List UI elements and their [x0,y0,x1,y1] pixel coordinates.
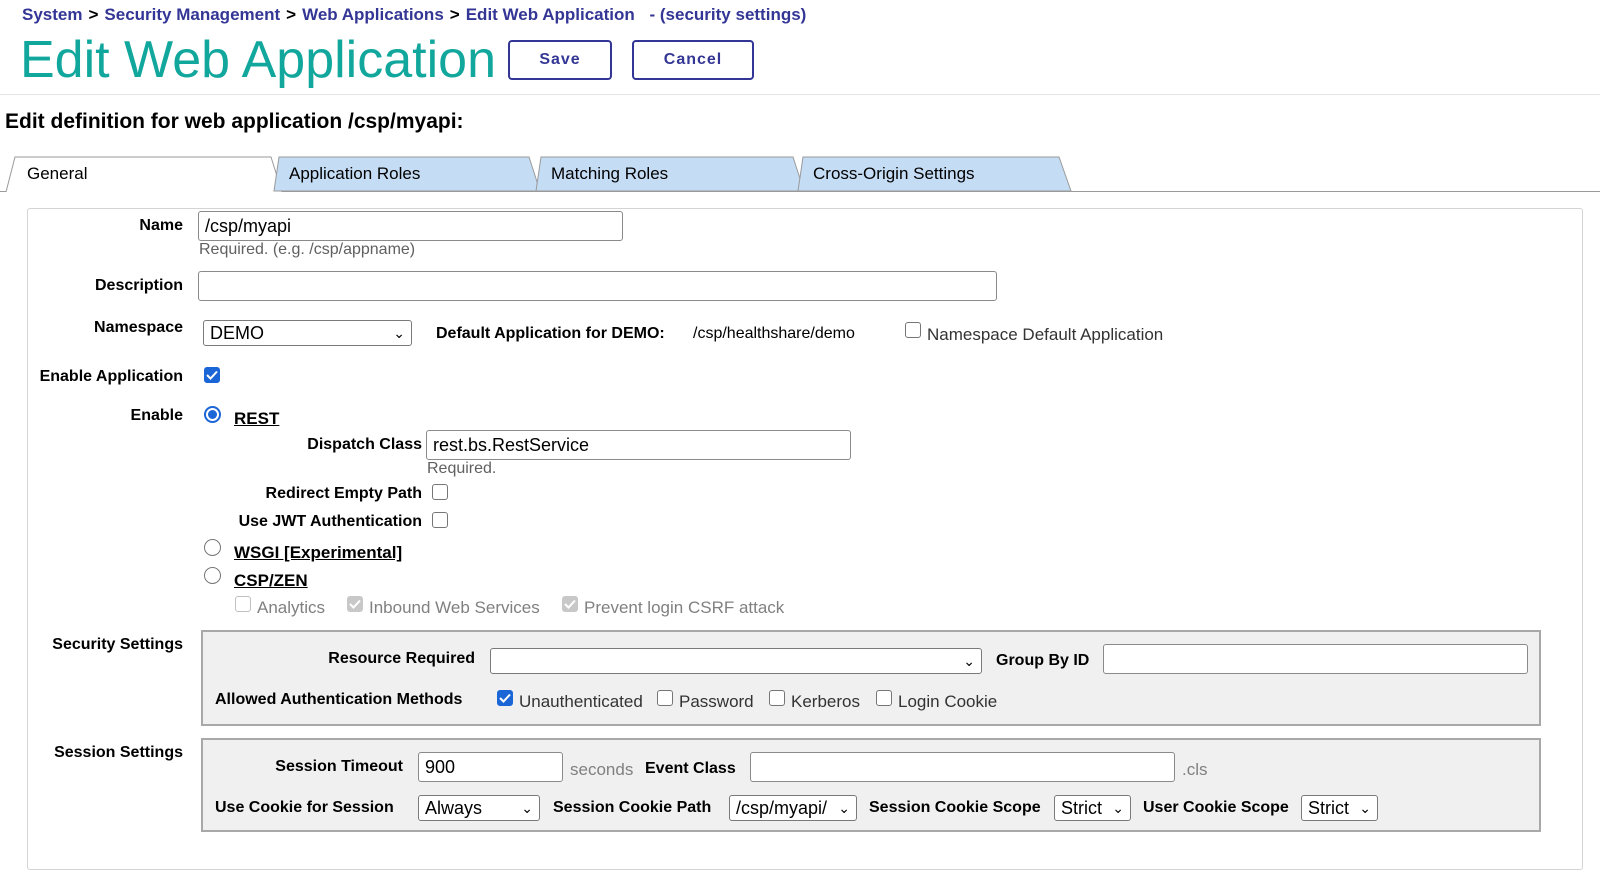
namespace-label: Namespace [94,319,183,336]
user-cookie-scope-label: User Cookie Scope [1143,799,1289,816]
description-label: Description [94,277,183,294]
session-cookie-scope-select[interactable]: Strict ⌄ [1054,795,1131,821]
wsgi-link[interactable]: WSGI [Experimental] [234,543,402,563]
form-subtitle: Edit definition for web application /csp… [5,110,464,133]
event-class-input[interactable] [750,752,1175,782]
security-settings-label: Security Settings [52,636,183,653]
session-cookie-scope-label: Session Cookie Scope [869,799,1041,816]
csp-zen-link[interactable]: CSP/ZEN [234,571,308,591]
namespace-default-app-checkbox[interactable] [905,322,921,338]
tab-application-roles[interactable]: Application Roles [273,156,541,192]
use-jwt-label: Use JWT Authentication [238,513,422,530]
rest-link[interactable]: REST [234,409,279,429]
save-button[interactable]: Save [508,40,612,80]
name-label: Name [139,217,183,234]
inbound-web-services-label: Inbound Web Services [369,598,540,617]
enable-label: Enable [130,407,183,424]
breadcrumb: System > Security Management > Web Applicati… [22,5,806,25]
check-icon [349,599,361,609]
resource-required-label: Resource Required [328,650,475,667]
session-cookie-path-label: Session Cookie Path [553,799,712,816]
allowed-auth-methods-label: Allowed Authentication Methods [215,691,463,708]
chevron-down-icon: ⌄ [393,324,405,341]
dispatch-class-label: Dispatch Class [307,436,422,453]
default-application-value: /csp/healthshare/demo [693,325,855,342]
kerberos-checkbox[interactable] [769,690,785,706]
chevron-down-icon: ⌄ [963,652,975,669]
check-icon [206,370,218,380]
breadcrumb-security-management[interactable]: Security Management [104,5,280,24]
cancel-button[interactable]: Cancel [632,40,754,80]
analytics-label: Analytics [257,598,326,617]
session-settings-label: Session Settings [54,744,183,761]
group-by-id-label: Group By ID [996,652,1090,669]
tab-application-roles-label: Application Roles [289,164,421,183]
chevron-down-icon: ⌄ [838,799,850,816]
event-class-label: Event Class [645,760,736,777]
session-cookie-path-select[interactable]: /csp/myapi/ ⌄ [729,795,857,821]
breadcrumb-separator: > [286,5,297,24]
breadcrumb-edit-web-application[interactable]: Edit Web Application [466,5,635,24]
check-icon [499,693,511,703]
tab-matching-roles-label: Matching Roles [551,164,669,183]
session-cookie-scope-value: Strict [1061,797,1103,818]
breadcrumb-web-applications[interactable]: Web Applications [302,5,444,24]
tab-matching-roles[interactable]: Matching Roles [535,156,805,192]
tab-general-label: General [27,164,88,183]
default-application-label: Default Application for DEMO: [436,325,665,342]
unauthenticated-label: Unauthenticated [519,692,643,711]
check-icon [564,599,576,609]
redirect-empty-path-label: Redirect Empty Path [265,485,422,502]
use-cookie-select[interactable]: Always ⌄ [418,795,540,821]
namespace-default-app-label: Namespace Default Application [927,325,1164,344]
resource-required-select[interactable]: ⌄ [490,648,982,674]
enable-application-label: Enable Application [39,368,183,385]
group-by-id-input[interactable] [1103,644,1528,674]
chevron-down-icon: ⌄ [1359,799,1371,816]
use-cookie-value: Always [425,797,483,818]
tab-cross-origin-settings[interactable]: Cross-Origin Settings [797,156,1072,192]
breadcrumb-separator: > [88,5,99,24]
page-title: Edit Web Application [20,31,496,89]
namespace-select-value: DEMO [210,322,264,343]
enable-application-checkbox[interactable] [204,367,220,383]
session-cookie-path-value: /csp/myapi/ [736,797,828,818]
use-jwt-checkbox[interactable] [432,512,448,528]
login-cookie-label: Login Cookie [898,692,998,711]
tab-cross-origin-settings-label: Cross-Origin Settings [813,164,975,183]
description-input[interactable] [198,271,997,301]
chevron-down-icon: ⌄ [521,799,533,816]
rest-radio[interactable] [204,406,221,423]
breadcrumb-system[interactable]: System [22,5,82,24]
session-timeout-input[interactable] [418,752,563,782]
prevent-csrf-label: Prevent login CSRF attack [584,598,785,617]
header-divider [0,94,1600,95]
kerberos-label: Kerberos [791,692,860,711]
password-checkbox[interactable] [657,690,673,706]
analytics-checkbox[interactable] [235,596,251,612]
breadcrumb-suffix: - (security settings) [649,5,807,24]
user-cookie-scope-value: Strict [1308,797,1350,818]
redirect-empty-path-checkbox[interactable] [432,484,448,500]
name-input[interactable] [198,211,623,241]
user-cookie-scope-select[interactable]: Strict ⌄ [1301,795,1378,821]
namespace-select[interactable]: DEMO ⌄ [203,320,412,346]
session-timeout-unit: seconds [570,760,634,779]
use-cookie-label: Use Cookie for Session [215,799,394,816]
password-label: Password [679,692,754,711]
dispatch-class-hint: Required. [427,460,497,477]
inbound-web-services-checkbox[interactable] [347,596,363,612]
login-cookie-checkbox[interactable] [876,690,892,706]
chevron-down-icon: ⌄ [1112,799,1124,816]
tab-general[interactable]: General [5,156,283,193]
name-hint: Required. (e.g. /csp/appname) [199,241,416,258]
unauthenticated-checkbox[interactable] [497,690,513,706]
dispatch-class-input[interactable] [426,430,851,460]
breadcrumb-separator: > [449,5,460,24]
prevent-csrf-checkbox[interactable] [562,596,578,612]
event-class-suffix: .cls [1182,760,1208,779]
csp-zen-radio[interactable] [204,567,221,584]
wsgi-radio[interactable] [204,539,221,556]
session-timeout-label: Session Timeout [275,758,403,775]
